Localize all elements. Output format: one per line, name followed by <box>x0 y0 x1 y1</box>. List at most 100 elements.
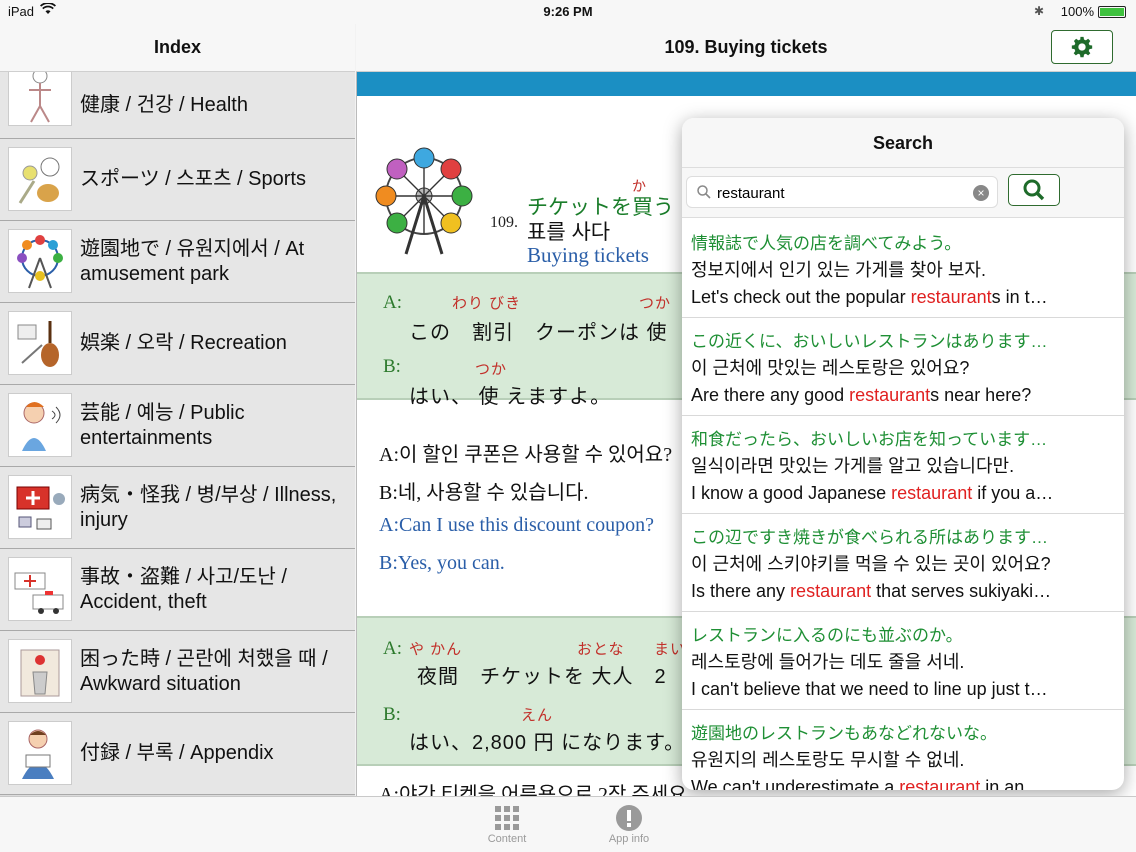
index-item-label: 困った時 / 곤란에 처했을 때 / Awkward situation <box>80 647 328 695</box>
ruby-text: つか <box>639 295 672 312</box>
result-ko: 정보지에서 인기 있는 가게를 찾아 보자. <box>691 260 986 280</box>
page-title: 109. Buying tickets <box>664 37 828 57</box>
result-en: Let's check out the popular restaurants … <box>691 287 1048 307</box>
search-bar: × <box>682 168 1124 218</box>
result-ko: 유원지의 레스토랑도 무시할 수 없네. <box>691 750 965 770</box>
search-results[interactable]: 情報誌で人気の店を調べてみよう。 정보지에서 인기 있는 가게를 찾아 보자. … <box>682 220 1124 790</box>
speaker-b: B: <box>383 704 401 725</box>
dialog-line-ja: はい、2,800 円 になります。 <box>409 732 686 754</box>
index-list[interactable]: 健康 / 건강 / Health スポーツ / 스포츠 / Sports 遊園地… <box>0 72 355 796</box>
speaker-a: A: <box>383 638 402 659</box>
result-ja: レストランに入るのにも並ぶのか。 <box>691 626 963 645</box>
status-bar: iPad 9:26 PM ✱ 100% <box>0 0 1136 24</box>
health-figure-icon <box>8 72 72 126</box>
search-result[interactable]: この辺ですき焼きが食べられる所はあります… 이 근처에 스키야키를 먹을 수 있… <box>682 514 1124 612</box>
ferris-wheel-icon <box>8 229 72 293</box>
index-item-label: 健康 / 건강 / Health <box>80 93 248 116</box>
battery-percent: 100% <box>1060 4 1094 19</box>
result-en: Is there any restaurant that serves suki… <box>691 581 1052 601</box>
tab-bar: Content App info <box>0 796 1136 852</box>
index-item-amusement-park[interactable]: 遊園地で / 유원지에서 / At amusement park <box>0 221 355 303</box>
index-item-awkward-situation[interactable]: 困った時 / 곤란에 처했을 때 / Awkward situation <box>0 631 355 713</box>
index-item-label: 病気・怪我 / 병/부상 / Illness, injury <box>80 483 337 531</box>
search-field[interactable]: × <box>686 176 998 208</box>
translation-en: B:Yes, you can. <box>379 552 505 574</box>
index-item-label: スポーツ / 스포츠 / Sports <box>80 168 306 190</box>
lesson-number: 109. <box>490 214 518 231</box>
index-item-label: 芸能 / 예능 / Public entertainments <box>80 401 245 449</box>
match-highlight: restaurant <box>899 777 981 790</box>
first-aid-icon <box>8 475 72 539</box>
ruby-text: おとな <box>577 641 625 658</box>
result-ja: 遊園地のレストランもあなどれないな。 <box>691 724 997 743</box>
search-result[interactable]: この近くに、おいしいレストランはあります… 이 근처에 맛있는 레스토랑은 있어… <box>682 318 1124 416</box>
ruby-text: えん <box>521 707 554 724</box>
search-input[interactable] <box>717 181 967 205</box>
index-item-appendix[interactable]: 付録 / 부록 / Appendix <box>0 713 355 795</box>
search-result[interactable]: 遊園地のレストランもあなどれないな。 유원지의 레스토랑도 무시할 수 없네. … <box>682 710 1124 790</box>
index-item-label: 娯楽 / 오락 / Recreation <box>80 332 287 354</box>
result-ja: この辺ですき焼きが食べられる所はあります… <box>691 528 1048 547</box>
clear-icon[interactable]: × <box>973 185 989 201</box>
search-icon <box>1023 179 1045 201</box>
index-item-label: 事故・盗難 / 사고/도난 / Accident, theft <box>80 565 287 613</box>
trouble-icon <box>8 639 72 703</box>
result-ja: 情報誌で人気の店を調べてみよう。 <box>691 234 962 253</box>
index-title: Index <box>153 37 201 57</box>
ferris-wheel-icon <box>375 147 473 255</box>
search-result[interactable]: 情報誌で人気の店を調べてみよう。 정보지에서 인기 있는 가게를 찾아 보자. … <box>682 220 1124 318</box>
translation-ko: B:네, 사용할 수 있습니다. <box>379 482 589 504</box>
translation-en: A:Can I use this discount coupon? <box>379 514 654 536</box>
index-item-illness-injury[interactable]: 病気・怪我 / 병/부상 / Illness, injury <box>0 467 355 549</box>
search-result[interactable]: レストランに入るのにも並ぶのか。 레스토랑에 들어가는 데도 줄을 서네. I … <box>682 612 1124 710</box>
grid-icon <box>495 806 519 830</box>
result-ko: 일식이라면 맛있는 가게를 알고 있습니다만. <box>691 456 1015 476</box>
lesson-title-ko: 표를 사다 <box>527 221 611 244</box>
search-button[interactable] <box>1008 174 1060 206</box>
index-item-label: 遊園地で / 유원지에서 / At amusement park <box>80 237 305 285</box>
bluetooth-icon: ✱ <box>1033 4 1044 18</box>
search-popover[interactable]: Search × 情報誌で人気の店を調べてみよう。 정보지에서 인기 있는 가게… <box>682 118 1124 790</box>
tab-label: Content <box>487 833 527 845</box>
index-item-public-entertainments[interactable]: 芸能 / 예능 / Public entertainments <box>0 385 355 467</box>
result-en: Are there any good restaurants near here… <box>691 385 1032 405</box>
result-ko: 이 근처에 맛있는 레스토랑은 있어요? <box>691 358 970 378</box>
tab-app-info[interactable]: App info <box>584 803 674 845</box>
match-highlight: restaurant <box>849 385 931 405</box>
dialog-line-ja: この 割引 クーポンは 使 <box>409 322 668 344</box>
index-item-sports[interactable]: スポーツ / 스포츠 / Sports <box>0 139 355 221</box>
ruby-text: わり びき <box>452 295 522 312</box>
index-item-label: 付録 / 부록 / Appendix <box>80 742 274 764</box>
index-nav-bar: Index <box>0 24 355 72</box>
search-result[interactable]: 和食だったら、おいしいお店を知っています… 일식이라면 맛있는 가게를 알고 있… <box>682 416 1124 514</box>
search-icon <box>697 185 711 199</box>
result-en: I know a good Japanese restaurant if you… <box>691 483 1054 503</box>
index-item-accident-theft[interactable]: 事故・盗難 / 사고/도난 / Accident, theft <box>0 549 355 631</box>
result-ja: 和食だったら、おいしいお店を知っています… <box>691 430 1048 449</box>
gear-icon <box>1071 36 1093 58</box>
speaker-a: A: <box>383 292 402 313</box>
ruby-text: つか <box>475 361 508 378</box>
performer-icon <box>8 393 72 457</box>
result-ja: この近くに、おいしいレストランはあります… <box>691 332 1048 351</box>
tab-content[interactable]: Content <box>462 803 552 845</box>
result-en: We can't underestimate a restaurant in a… <box>691 774 1116 790</box>
reader-icon <box>8 721 72 785</box>
match-highlight: restaurant <box>790 581 872 601</box>
violin-icon <box>8 311 72 375</box>
result-ko: 레스토랑에 들어가는 데도 줄을 서네. <box>691 652 965 672</box>
match-highlight: restaurant <box>891 483 973 503</box>
ambulance-icon <box>8 557 72 621</box>
info-icon <box>616 805 642 831</box>
index-item-health[interactable]: 健康 / 건강 / Health <box>0 72 355 139</box>
translation-ko: A:이 할인 쿠폰은 사용할 수 있어요? <box>379 444 673 466</box>
lesson-title-en: Buying tickets <box>527 243 649 267</box>
tab-label: App info <box>608 833 650 845</box>
accent-bar <box>357 72 1136 96</box>
sports-balls-icon <box>8 147 72 211</box>
result-ko: 이 근처에 스키야키를 먹을 수 있는 곳이 있어요? <box>691 554 1051 574</box>
search-title: Search <box>682 118 1124 168</box>
settings-button[interactable] <box>1051 30 1113 64</box>
index-item-recreation[interactable]: 娯楽 / 오락 / Recreation <box>0 303 355 385</box>
ruby-text: や かん <box>409 641 463 658</box>
